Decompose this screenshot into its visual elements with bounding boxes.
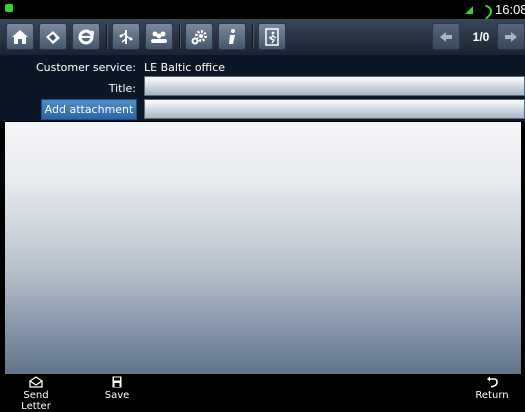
title-input[interactable] bbox=[144, 76, 525, 96]
wifi-icon bbox=[476, 2, 495, 21]
browser-icon bbox=[78, 29, 95, 44]
send-letter-label: Send Letter bbox=[21, 390, 51, 412]
return-label: Return bbox=[475, 390, 509, 401]
toolbar-separator bbox=[252, 24, 254, 49]
gem-button[interactable] bbox=[39, 23, 67, 50]
arrow-left-icon bbox=[440, 31, 452, 42]
save-button[interactable]: Save bbox=[100, 374, 134, 401]
bottom-bar: Send Letter Save Return bbox=[0, 374, 525, 412]
settings-icon bbox=[191, 29, 207, 44]
info-icon bbox=[229, 28, 235, 44]
send-letter-button[interactable]: Send Letter bbox=[8, 374, 64, 412]
page-indicator: 1/0 bbox=[472, 29, 490, 44]
clock: 16:08 bbox=[495, 2, 525, 17]
title-label: Title: bbox=[108, 82, 136, 95]
signal-icon bbox=[465, 6, 473, 14]
status-bar: 16:08 bbox=[0, 0, 525, 21]
contacts-button[interactable] bbox=[145, 23, 173, 50]
browser-button[interactable] bbox=[72, 23, 100, 50]
add-attachment-button[interactable]: Add attachment bbox=[41, 99, 137, 120]
contacts-icon bbox=[151, 31, 167, 43]
letter-form: Customer service: LE Baltic office Title… bbox=[0, 55, 525, 121]
previous-page-button[interactable] bbox=[432, 23, 460, 50]
customer-service-label: Customer service: bbox=[35, 61, 136, 74]
message-body-textarea[interactable] bbox=[5, 122, 521, 374]
exit-icon bbox=[265, 27, 279, 46]
tree-button[interactable] bbox=[112, 23, 140, 50]
exit-button[interactable] bbox=[258, 23, 286, 50]
home-button[interactable] bbox=[6, 23, 34, 50]
send-letter-icon bbox=[29, 376, 43, 388]
arrow-right-icon bbox=[505, 31, 517, 42]
return-icon bbox=[487, 376, 498, 388]
home-icon bbox=[12, 29, 28, 44]
save-label: Save bbox=[104, 390, 130, 401]
attachment-field[interactable] bbox=[144, 99, 525, 119]
settings-button[interactable] bbox=[185, 23, 213, 50]
info-button[interactable] bbox=[218, 23, 246, 50]
toolbar-separator bbox=[106, 24, 108, 49]
return-button[interactable]: Return bbox=[470, 374, 514, 401]
next-page-button[interactable] bbox=[497, 23, 525, 50]
gem-icon bbox=[46, 30, 60, 44]
tree-icon bbox=[119, 29, 133, 44]
toolbar-separator bbox=[179, 24, 181, 49]
customer-service-value: LE Baltic office bbox=[144, 61, 226, 74]
notification-icon bbox=[5, 4, 13, 12]
toolbar bbox=[0, 19, 525, 56]
save-icon bbox=[112, 376, 122, 388]
